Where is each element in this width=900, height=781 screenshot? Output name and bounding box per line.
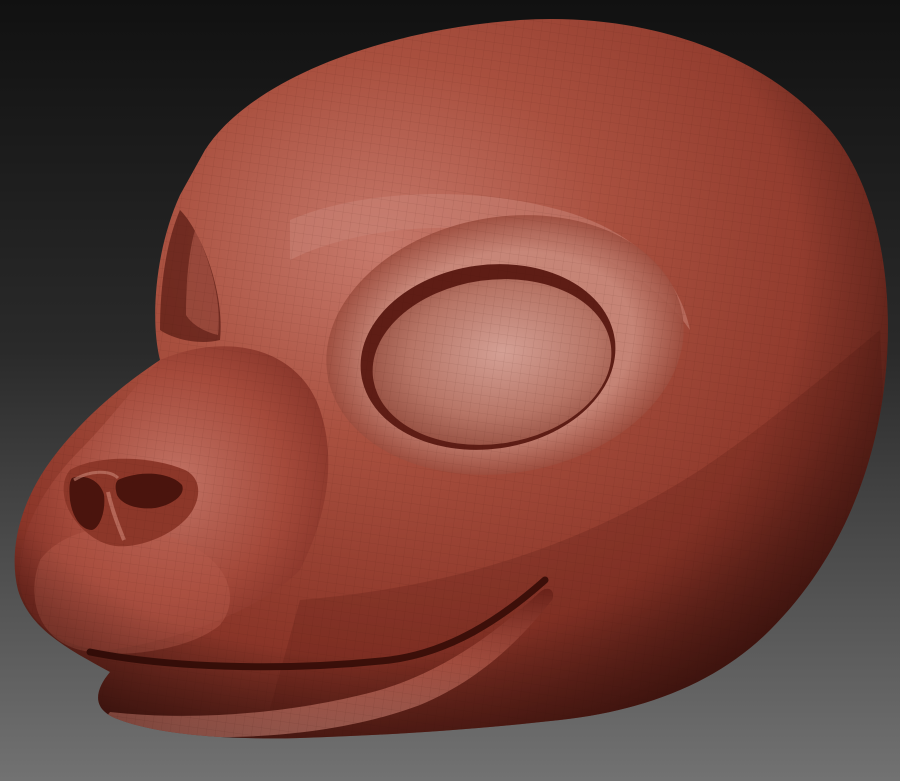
sculpt-viewport[interactable] [0,0,900,781]
sculpt-canvas[interactable] [0,0,900,781]
